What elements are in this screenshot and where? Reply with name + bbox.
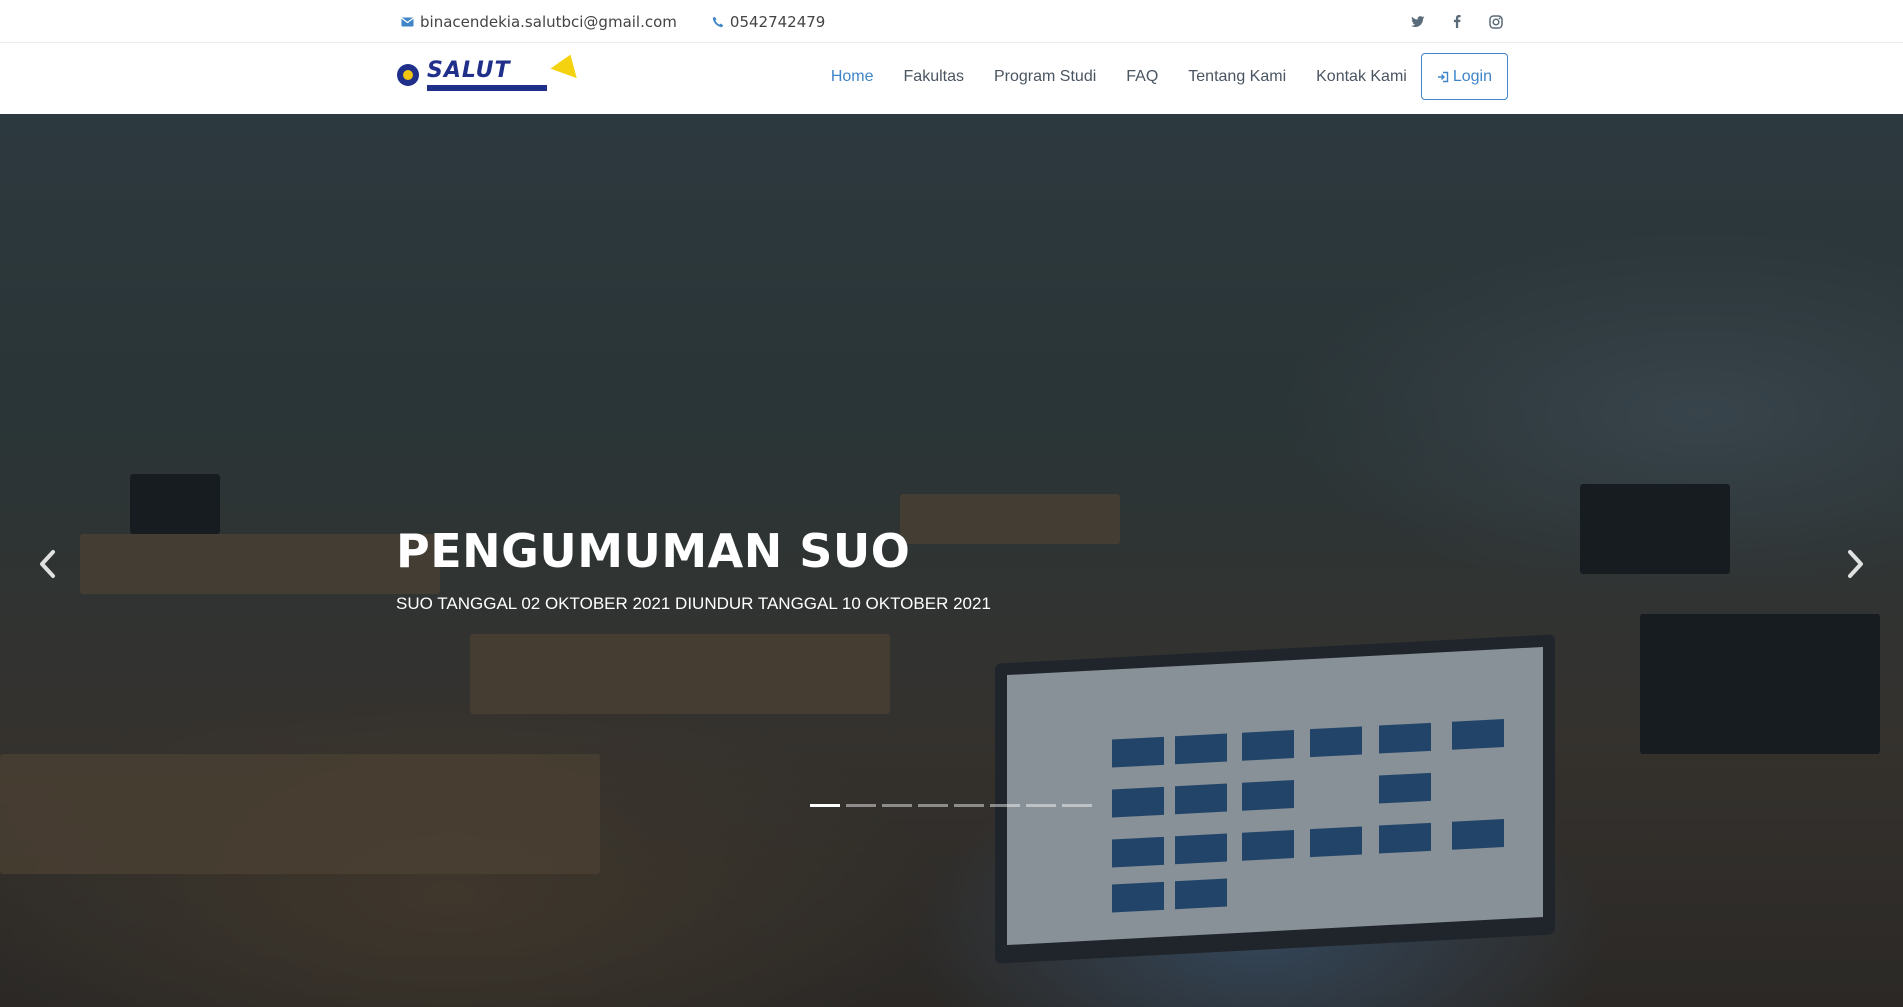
main-header: SALUT Home Fakultas Program Studi FAQ Te… [0, 43, 1903, 114]
contact-info: binacendekia.salutbci@gmail.com 05427424… [401, 0, 860, 43]
envelope-icon [401, 17, 414, 27]
hero-subtitle: SUO TANGGAL 02 OKTOBER 2021 DIUNDUR TANG… [396, 594, 991, 613]
phone-contact[interactable]: 0542742479 [712, 13, 825, 31]
nav-tentang-kami[interactable]: Tentang Kami [1188, 68, 1286, 86]
logo-wordmark: SALUT [427, 49, 584, 91]
instagram-icon[interactable] [1489, 14, 1503, 29]
top-contact-bar: binacendekia.salutbci@gmail.com 05427424… [0, 0, 1903, 43]
twitter-icon[interactable] [1411, 15, 1425, 28]
carousel-indicator[interactable] [990, 804, 1020, 807]
nav-faq[interactable]: FAQ [1126, 68, 1158, 86]
phone-icon [712, 16, 724, 28]
nav-kontak-kami[interactable]: Kontak Kami [1316, 68, 1407, 86]
carousel-indicator[interactable] [918, 804, 948, 807]
nav-program-studi[interactable]: Program Studi [994, 68, 1096, 86]
logo-text: SALUT [427, 57, 511, 83]
facebook-icon[interactable] [1453, 15, 1461, 28]
carousel-indicators [810, 804, 1098, 807]
email-text[interactable]: binacendekia.salutbci@gmail.com [420, 13, 677, 31]
sign-in-icon [1437, 71, 1449, 83]
social-links [1383, 0, 1503, 43]
nav-fakultas[interactable]: Fakultas [904, 68, 964, 86]
carousel-indicator[interactable] [810, 804, 840, 807]
hero-title: PENGUMUMAN SUO [396, 524, 911, 578]
carousel-next-button[interactable] [1836, 544, 1876, 584]
carousel-indicator[interactable] [846, 804, 876, 807]
carousel-indicator[interactable] [1026, 804, 1056, 807]
carousel-indicator[interactable] [882, 804, 912, 807]
university-seal-icon [397, 64, 419, 86]
chevron-right-icon [1848, 550, 1863, 578]
carousel-indicator[interactable] [954, 804, 984, 807]
email-contact[interactable]: binacendekia.salutbci@gmail.com [401, 13, 677, 31]
main-nav: Home Fakultas Program Studi FAQ Tentang … [801, 53, 1508, 100]
carousel-indicator[interactable] [1062, 804, 1092, 807]
carousel-prev-button[interactable] [27, 544, 67, 584]
nav-home[interactable]: Home [831, 68, 874, 86]
chevron-left-icon [40, 550, 55, 578]
login-button[interactable]: Login [1420, 53, 1508, 100]
hero-overlay [0, 114, 1903, 1007]
site-logo[interactable]: SALUT [397, 49, 584, 95]
login-label: Login [1452, 67, 1492, 85]
hero-carousel: PENGUMUMAN SUO SUO TANGGAL 02 OKTOBER 20… [0, 114, 1903, 1007]
phone-text[interactable]: 0542742479 [730, 13, 825, 31]
logo-subtitle-band [427, 84, 547, 91]
star-icon [550, 49, 584, 78]
